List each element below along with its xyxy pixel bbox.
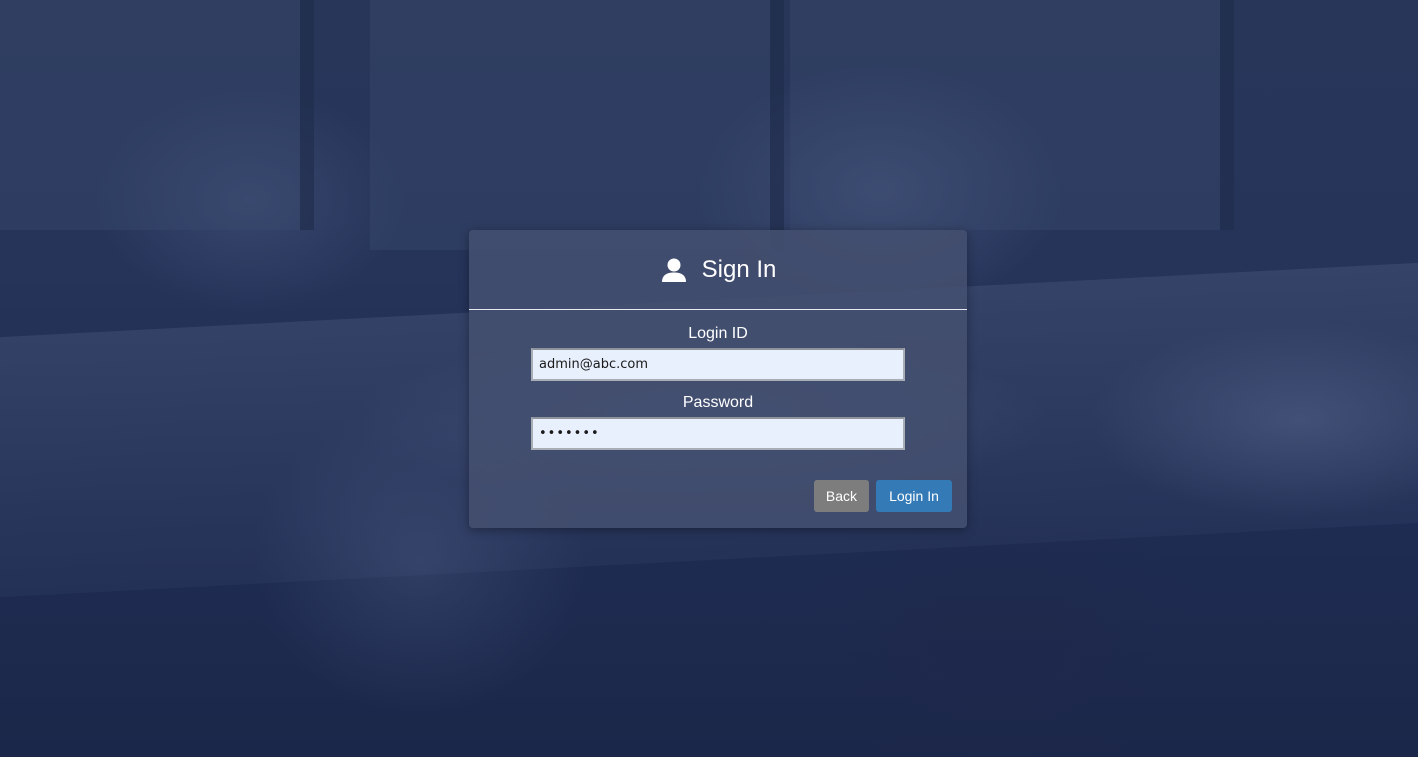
login-button[interactable]: Login In xyxy=(876,480,952,512)
background-window xyxy=(370,0,784,250)
password-label: Password xyxy=(682,394,754,411)
login-id-input[interactable] xyxy=(531,348,905,381)
login-form: Login ID Password xyxy=(469,310,967,450)
button-row: Back Login In xyxy=(813,480,952,512)
user-icon xyxy=(660,256,688,284)
password-input[interactable] xyxy=(531,417,905,450)
background-window xyxy=(790,0,1234,230)
login-id-label: Login ID xyxy=(688,325,748,342)
login-panel: Sign In Login ID Password Back Login In xyxy=(469,230,967,528)
back-button[interactable]: Back xyxy=(813,480,869,512)
login-header: Sign In xyxy=(469,230,967,310)
background-window xyxy=(0,0,314,230)
page-title: Sign In xyxy=(701,255,777,283)
